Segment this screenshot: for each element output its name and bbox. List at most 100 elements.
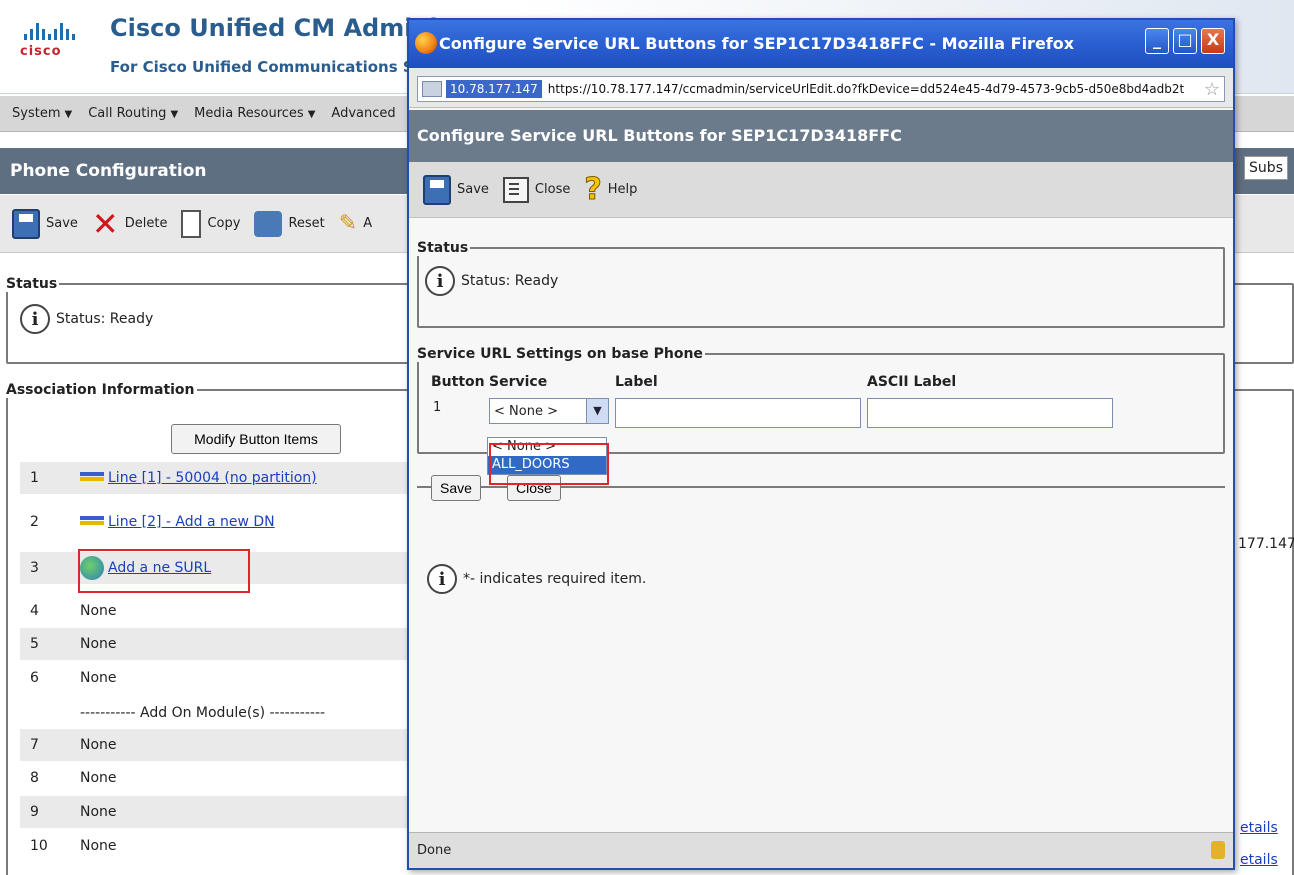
service-select-value: < None > [494,403,558,419]
details-link-1[interactable]: etails [1240,820,1278,836]
column-label: Label [615,374,658,390]
row-value: None [80,737,117,753]
save-label: Save [457,182,489,197]
window-title: Configure Service URL Buttons for SEP1C1… [439,34,1075,53]
service-select[interactable]: < None > ▼ [489,398,609,424]
window-titlebar[interactable]: Configure Service URL Buttons for SEP1C1… [409,20,1233,68]
row-number: 2 [30,514,39,530]
menu-media-resources[interactable]: Media Resources ▼ [194,106,315,121]
row-number: 6 [30,670,39,686]
association-row-8: 8 None [20,762,410,794]
page-title: Phone Configuration [10,161,207,181]
association-legend: Association Information [6,382,195,398]
subscriber-select[interactable]: Subs [1244,156,1288,180]
chevron-down-icon: ▼ [170,109,179,120]
line-2-link[interactable]: Line [2] - Add a new DN [108,514,275,530]
popup-save-button[interactable]: Save [423,174,489,205]
info-icon: i [425,266,455,296]
close-window-button[interactable]: X [1201,28,1225,54]
row-number: 8 [30,770,39,786]
close-label: Close [534,182,571,197]
host-badge[interactable]: 10.78.177.147 [446,80,542,98]
add-surl-highlight [78,549,250,593]
row-number: 1 [30,470,39,486]
popup-status-legend: Status [417,240,469,256]
cisco-logo: cisco [20,22,100,74]
row-number: 5 [30,636,39,652]
row-number: 10 [30,838,48,854]
bookmark-star-icon[interactable]: ☆ [1200,79,1224,100]
row-value: Line [1] - 50004 (no partition) [80,470,410,486]
delete-label: Delete [124,216,168,231]
ip-address-fragment: 177.147 [1238,536,1294,552]
close-icon [502,176,529,203]
save-button[interactable]: Save [12,208,78,239]
maximize-button[interactable]: □ [1173,28,1197,54]
modify-button-items-button[interactable]: Modify Button Items [171,424,341,454]
row-number: 3 [30,560,39,576]
row-value: Line [2] - Add a new DN [80,514,410,530]
row-value: None [80,838,117,854]
chevron-down-icon: ▼ [64,109,73,120]
reset-button[interactable]: Reset [254,210,325,237]
menu-media-resources-label: Media Resources [194,106,304,121]
product-subtitle: For Cisco Unified Communications Se [110,58,424,76]
popup-help-button[interactable]: ? Help [584,171,638,207]
popup-page-title: Configure Service URL Buttons for SEP1C1… [409,110,1233,162]
site-identity-icon[interactable] [422,81,442,97]
add-on-modules-divider: ----------- Add On Module(s) ----------- [80,705,326,721]
association-row-1: 1 Line [1] - 50004 (no partition) [20,462,410,494]
association-row-10: 10 None [20,830,410,862]
delete-button[interactable]: ✕ Delete [92,208,168,240]
cisco-wordmark: cisco [20,44,62,59]
delete-icon: ✕ [91,204,119,243]
status-legend: Status [6,276,58,292]
row-value: None [80,770,117,786]
url-text[interactable]: https://10.78.177.147/ccmadmin/serviceUr… [548,82,1200,96]
save-icon [423,174,451,205]
url-field[interactable]: 10.78.177.147 https://10.78.177.147/ccma… [417,76,1225,102]
popup-close-button[interactable]: Close [502,176,571,203]
help-icon: ? [584,171,602,207]
copy-button[interactable]: Copy [181,209,240,238]
status-text: Status: Ready [56,311,154,327]
details-link-2[interactable]: etails [1240,852,1278,868]
reset-icon [254,210,283,237]
popup-status-group: Status i Status: Ready [417,240,1225,328]
apply-config-label: A [363,216,373,231]
menu-system[interactable]: System ▼ [12,106,72,121]
association-row-4: 4 None [20,595,410,627]
row-value: None [80,603,117,619]
chevron-down-icon[interactable]: ▼ [586,399,608,423]
phone-line-icon [80,471,104,485]
line-1-link[interactable]: Line [1] - 50004 (no partition) [108,470,317,486]
cisco-bars-icon [24,22,100,40]
lock-icon[interactable] [1211,841,1225,859]
popup-status-line: i Status: Ready [425,266,1223,296]
column-service: Service [489,374,548,390]
save-icon [12,208,40,239]
association-row-6: 6 None [20,662,410,694]
phone-line-icon [80,515,104,529]
required-note-text: *- indicates required item. [463,571,647,587]
menu-call-routing-label: Call Routing [88,106,167,121]
firefox-icon [415,32,437,54]
minimize-button[interactable]: _ [1145,28,1169,54]
menu-call-routing[interactable]: Call Routing ▼ [88,106,178,121]
apply-config-button[interactable]: ✎ A [339,211,372,236]
popup-status-text: Status: Ready [461,273,559,289]
association-row-7: 7 None [20,729,410,761]
info-icon: i [427,564,457,594]
association-row-5: 5 None [20,628,410,660]
save-button[interactable]: Save [431,475,481,501]
ascii-label-input[interactable] [867,398,1113,428]
info-icon: i [20,304,50,334]
label-input[interactable] [615,398,861,428]
association-row-9: 9 None [20,796,410,828]
required-note: i *- indicates required item. [427,564,646,594]
reset-label: Reset [288,216,325,231]
row-number: 7 [30,737,39,753]
menu-advanced[interactable]: Advanced [331,106,395,121]
column-button: Button [431,374,485,390]
row-value: None [80,670,117,686]
